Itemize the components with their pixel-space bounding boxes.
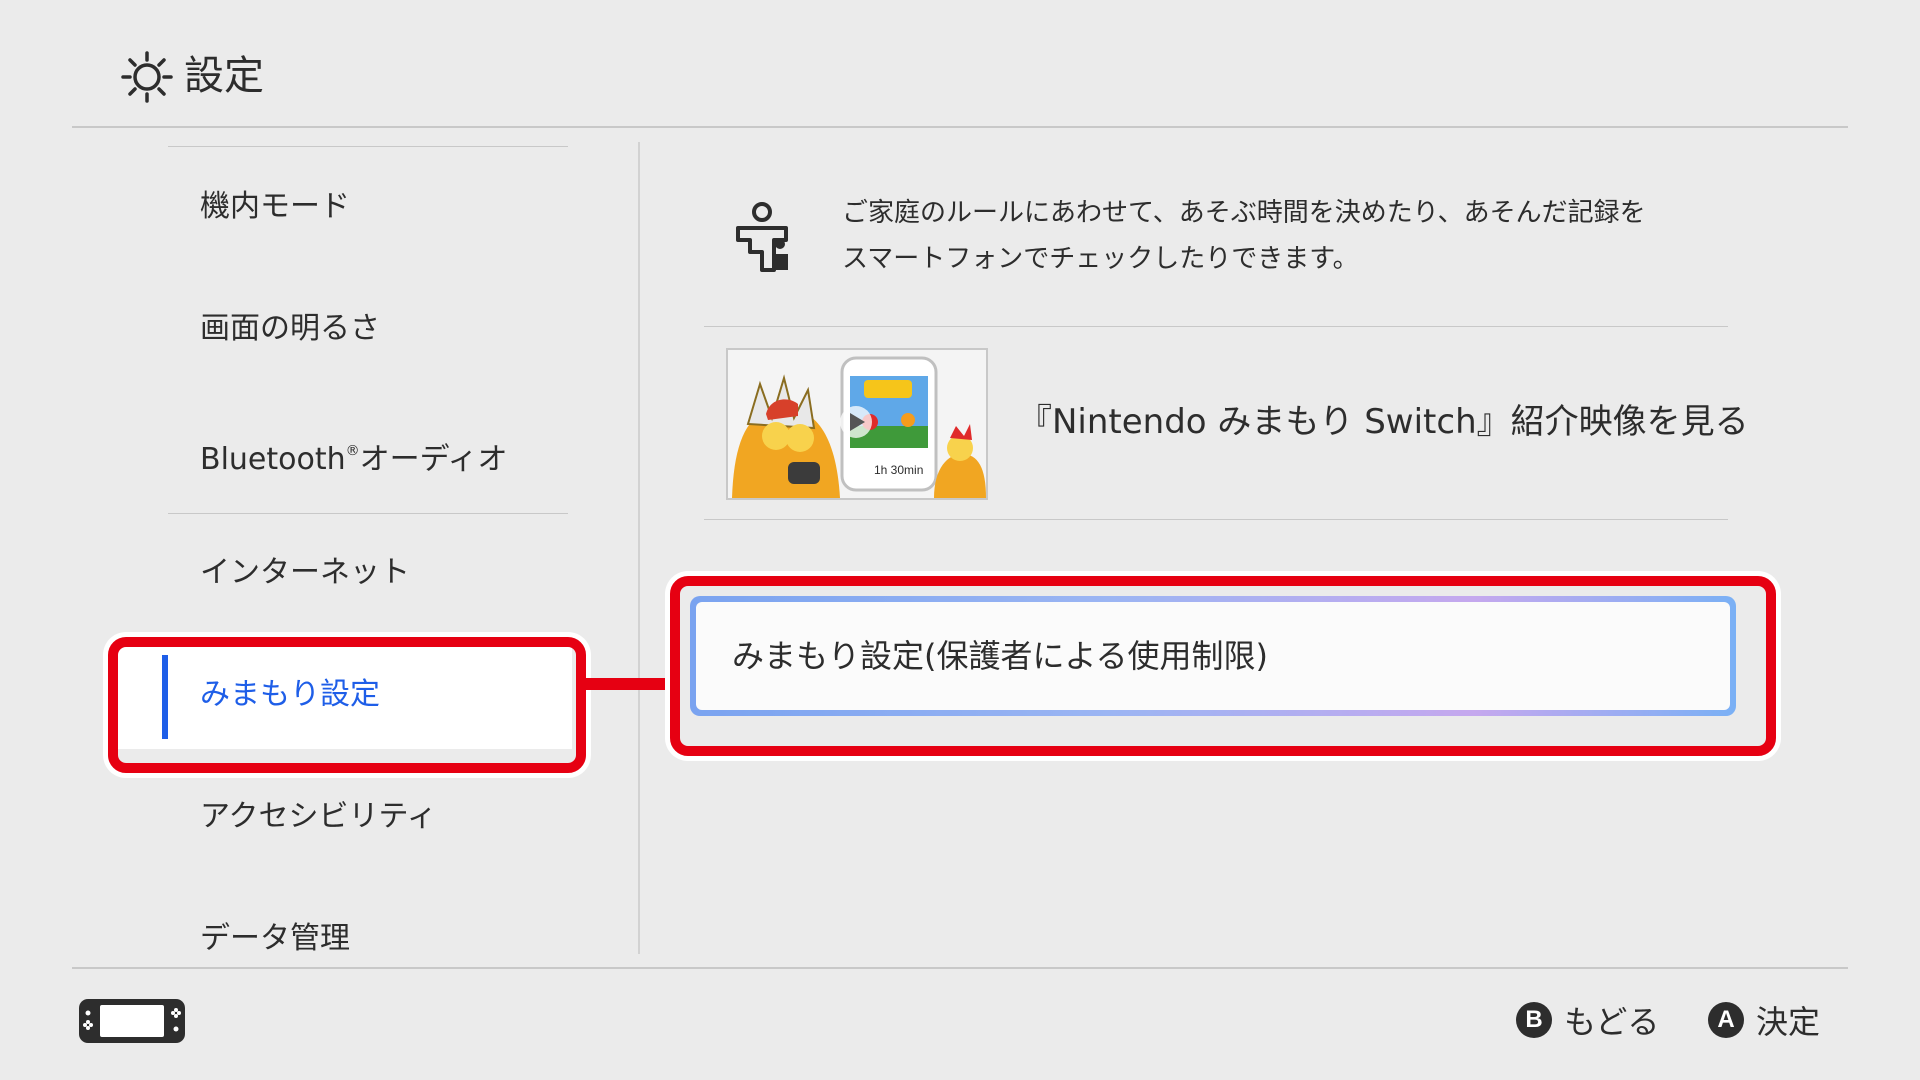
settings-screen: 設定 機内モード 画面の明るさ Bluetooth®オーディオ インターネット … bbox=[0, 0, 1920, 1080]
registered-mark: ® bbox=[345, 443, 360, 459]
sidebar-divider bbox=[168, 146, 568, 147]
confirm-button[interactable]: A 決定 bbox=[1708, 998, 1820, 1042]
sidebar-item-data-management[interactable]: データ管理 bbox=[200, 889, 560, 989]
footer-divider bbox=[72, 967, 1848, 969]
intro-line-2: スマートフォンでチェックしたりできます。 bbox=[842, 244, 1359, 274]
back-button[interactable]: B もどる bbox=[1516, 998, 1659, 1042]
child-guardian-icon bbox=[736, 202, 788, 272]
sidebar-item-airplane-mode[interactable]: 機内モード bbox=[200, 157, 560, 257]
intro-line-1: ご家庭のルールにあわせて、あそぶ時間を決めたり、あそんだ記録を bbox=[842, 198, 1646, 228]
sidebar-item-bluetooth-audio[interactable]: Bluetooth®オーディオ bbox=[200, 401, 560, 501]
header-divider bbox=[72, 126, 1848, 128]
sidebar-divider bbox=[168, 513, 568, 514]
intro-description: ご家庭のルールにあわせて、あそぶ時間を決めたり、あそんだ記録を スマートフォンで… bbox=[842, 190, 1742, 282]
video-thumbnail-art: 1h 30min bbox=[728, 350, 986, 498]
sidebar-item-accessibility[interactable]: アクセシビリティ bbox=[200, 767, 560, 867]
sidebar-item-internet[interactable]: インターネット bbox=[200, 523, 560, 623]
panel-divider bbox=[704, 326, 1728, 327]
watch-video-link[interactable]: 『Nintendo みまもり Switch』紹介映像を見る bbox=[1018, 398, 1749, 446]
annotation-connector bbox=[576, 678, 670, 690]
panel-separator bbox=[638, 142, 640, 954]
sidebar-item-screen-brightness[interactable]: 画面の明るさ bbox=[200, 279, 560, 379]
annotation-highlight-sidebar bbox=[108, 637, 586, 773]
back-label: もどる bbox=[1564, 1003, 1660, 1041]
gear-icon bbox=[121, 51, 173, 103]
page-title: 設定 bbox=[184, 53, 264, 99]
sidebar-item-label-suffix: オーディオ bbox=[359, 442, 508, 477]
b-button-icon: B bbox=[1516, 1002, 1552, 1038]
panel-divider bbox=[704, 519, 1728, 520]
thumbnail-time: 1h 30min bbox=[874, 463, 923, 477]
sidebar-item-label: Bluetooth bbox=[200, 442, 346, 477]
video-thumbnail[interactable]: 1h 30min bbox=[726, 348, 988, 500]
switch-console-icon bbox=[79, 999, 185, 1043]
confirm-label: 決定 bbox=[1756, 1003, 1821, 1041]
annotation-highlight-button bbox=[670, 576, 1776, 756]
a-button-icon: A bbox=[1708, 1002, 1744, 1038]
